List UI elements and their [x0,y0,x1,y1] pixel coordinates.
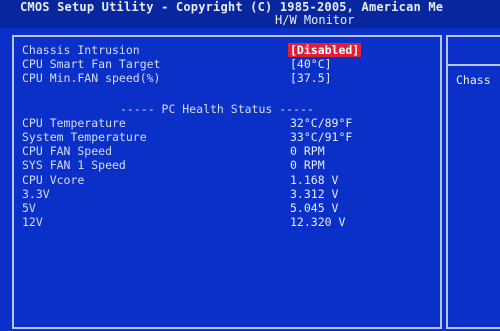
reading-label: System Temperature [22,130,147,144]
reading-label: CPU Temperature [22,116,126,130]
reading-label: 12V [22,215,43,229]
setting-label: Chassis Intrusion [22,43,140,57]
reading-label: CPU Vcore [22,173,85,187]
reading-value: 3.312 V [290,187,339,201]
setting-value[interactable]: [37.5] [290,71,332,85]
app-title: CMOS Setup Utility - Copyright (C) 1985-… [20,0,444,14]
reading-label: 5V [22,201,36,215]
page-title: H/W Monitor [275,13,355,27]
reading-value: 0 RPM [290,158,325,172]
help-text: Chass [456,73,491,87]
section-heading: ----- PC Health Status ----- [120,102,314,116]
help-divider [446,64,500,66]
setting-value-selected[interactable]: [Disabled] [288,43,362,57]
reading-value: 12.320 V [290,215,346,229]
reading-value: 33°C/91°F [290,130,353,144]
reading-label: CPU FAN Speed [22,144,113,158]
reading-label: SYS FAN 1 Speed [22,158,126,172]
reading-value: 0 RPM [290,144,325,158]
setting-value[interactable]: [40°C] [290,57,332,71]
reading-label: 3.3V [22,187,50,201]
reading-value: 1.168 V [290,173,339,187]
reading-value: 5.045 V [290,201,339,215]
setting-label: CPU Smart Fan Target [22,57,161,71]
setting-label: CPU Min.FAN speed(%) [22,71,161,85]
bios-screen: CMOS Setup Utility - Copyright (C) 1985-… [0,0,500,331]
reading-value: 32°C/89°F [290,116,353,130]
